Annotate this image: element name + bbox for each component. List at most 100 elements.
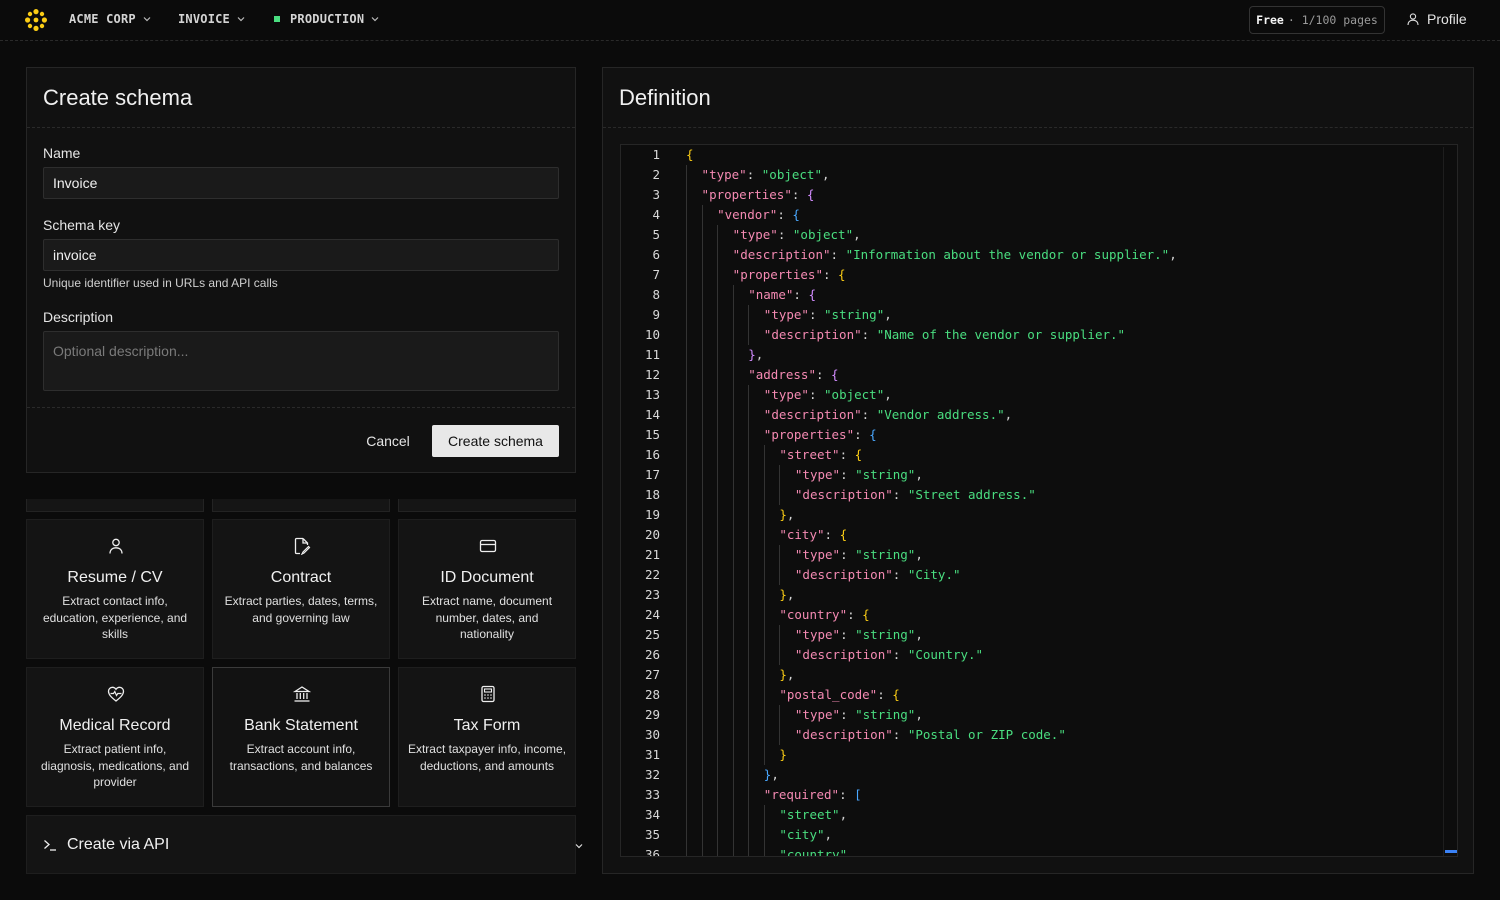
- create-via-api-toggle[interactable]: Create via API: [26, 815, 583, 874]
- name-input[interactable]: Invoice: [43, 167, 559, 199]
- indent-guide: [732, 765, 734, 785]
- code-token: }: [748, 347, 756, 362]
- line-number: 26: [644, 647, 660, 662]
- cancel-button[interactable]: Cancel: [357, 425, 419, 457]
- line-number: 4: [652, 207, 660, 222]
- code-token: "properties": [763, 427, 855, 442]
- code-line: "name": {: [748, 285, 816, 305]
- code-token: "type": [701, 167, 747, 182]
- code-line: "city",: [779, 825, 832, 845]
- indent-guide: [701, 725, 703, 745]
- editor-scrollbar[interactable]: [1443, 147, 1457, 856]
- indent-guide: [717, 745, 719, 765]
- indent-guide: [732, 305, 734, 325]
- template-card-tax-form[interactable]: Tax Form Extract taxpayer info, income, …: [398, 667, 576, 807]
- code-token: :: [892, 567, 908, 582]
- code-token: :: [830, 247, 846, 262]
- indent-guide: [717, 845, 719, 856]
- indent-guide: [717, 225, 719, 245]
- indent-guide: [701, 685, 703, 705]
- line-number: 10: [644, 327, 660, 342]
- indent-guide: [732, 445, 734, 465]
- template-card-id-document[interactable]: ID Document Extract name, document numbe…: [398, 519, 576, 659]
- template-card-medical-record[interactable]: Medical Record Extract patient info, dia…: [26, 667, 204, 807]
- code-token: ,: [915, 547, 923, 562]
- indent-guide: [748, 665, 750, 685]
- description-textarea[interactable]: Optional description...: [43, 331, 559, 391]
- template-description: Extract parties, dates, terms, and gover…: [224, 594, 378, 625]
- indent-guide: [701, 365, 703, 385]
- indent-guide: [732, 505, 734, 525]
- template-card-contract[interactable]: Contract Extract parties, dates, terms, …: [212, 519, 390, 659]
- code-token: "name": [748, 287, 794, 302]
- indent-guide: [686, 545, 687, 565]
- indent-guide: [732, 845, 734, 856]
- code-line: "type": "string",: [795, 705, 923, 725]
- code-area[interactable]: {"type": "object", "properties": {"vendor…: [686, 145, 1443, 856]
- environment-switcher[interactable]: PRODUCTION: [274, 12, 380, 26]
- indent-guide: [732, 545, 734, 565]
- schema-key-input[interactable]: invoice: [43, 239, 559, 271]
- indent-guide: [748, 385, 750, 405]
- indent-guide: [701, 545, 703, 565]
- org-switcher[interactable]: ACME CORP: [69, 12, 152, 26]
- template-card-bank-statement[interactable]: Bank Statement Extract account info, tra…: [212, 667, 390, 807]
- code-token: "Name of the vendor or supplier.": [876, 327, 1126, 342]
- code-token: ,: [1004, 407, 1013, 422]
- code-token: "street": [779, 447, 840, 462]
- indent-guide: [701, 505, 703, 525]
- code-token: :: [777, 227, 793, 242]
- code-line: "properties": {: [764, 425, 877, 445]
- indent-guide: [717, 505, 719, 525]
- indent-guide: [717, 345, 719, 365]
- schema-name: INVOICE: [178, 12, 230, 26]
- editor-scroll-thumb[interactable]: [1445, 850, 1457, 853]
- template-card-resume[interactable]: Resume / CV Extract contact info, educat…: [26, 519, 204, 659]
- code-token: "Vendor address.": [876, 407, 1005, 422]
- indent-guide: [686, 165, 687, 185]
- template-title: Bank Statement: [244, 717, 358, 734]
- indent-guide: [701, 705, 703, 725]
- indent-guide: [686, 305, 687, 325]
- code-line: "required": [: [764, 785, 862, 805]
- indent-guide: [748, 405, 750, 425]
- indent-guide: [717, 585, 719, 605]
- code-token: "street": [779, 807, 840, 822]
- plan-usage-badge[interactable]: Free · 1/100 pages: [1249, 6, 1385, 34]
- create-schema-button[interactable]: Create schema: [432, 425, 559, 457]
- profile-button[interactable]: Profile: [1406, 11, 1467, 27]
- code-token: "object": [792, 227, 854, 242]
- indent-guide: [779, 625, 781, 645]
- indent-guide: [732, 325, 734, 345]
- code-token: :: [839, 787, 855, 802]
- indent-guide: [717, 625, 719, 645]
- code-token: "properties": [732, 267, 823, 282]
- line-number: 13: [644, 387, 660, 402]
- template-description: Extract patient info, diagnosis, medicat…: [40, 742, 190, 789]
- indent-guide: [717, 805, 719, 825]
- indent-guide: [748, 305, 750, 325]
- code-token: ,: [786, 507, 795, 522]
- logo-icon[interactable]: [24, 8, 48, 32]
- indent-guide: [763, 465, 765, 485]
- indent-guide: [732, 725, 734, 745]
- indent-guide: [732, 605, 734, 625]
- code-token: :: [840, 547, 856, 562]
- code-line: "description": "Name of the vendor or su…: [764, 325, 1125, 345]
- line-number-gutter: 1 2 3 4 5 6 7 8 9 10 11 12 13 14 15 16 17 18 19 20 21 22 23 24 2…: [621, 145, 665, 856]
- code-token: "Street address.": [907, 487, 1036, 502]
- indent-guide: [717, 565, 719, 585]
- indent-guide: [701, 665, 703, 685]
- schema-switcher[interactable]: INVOICE: [178, 12, 246, 26]
- indent-guide: [686, 645, 687, 665]
- json-code-editor[interactable]: 1 2 3 4 5 6 7 8 9 10 11 12 13 14 15 16 17 18 19 20 21 22 23 24 2…: [620, 144, 1458, 857]
- indent-guide: [701, 225, 703, 245]
- code-line: },: [748, 345, 763, 365]
- template-description: Extract contact info, education, experie…: [42, 594, 188, 641]
- indent-guide: [686, 845, 687, 856]
- code-token: [: [854, 787, 862, 802]
- profile-label: Profile: [1427, 11, 1467, 27]
- code-line: "type": "string",: [795, 545, 923, 565]
- template-card-partial: [212, 499, 390, 512]
- template-description: Extract taxpayer info, income, deduction…: [407, 742, 567, 773]
